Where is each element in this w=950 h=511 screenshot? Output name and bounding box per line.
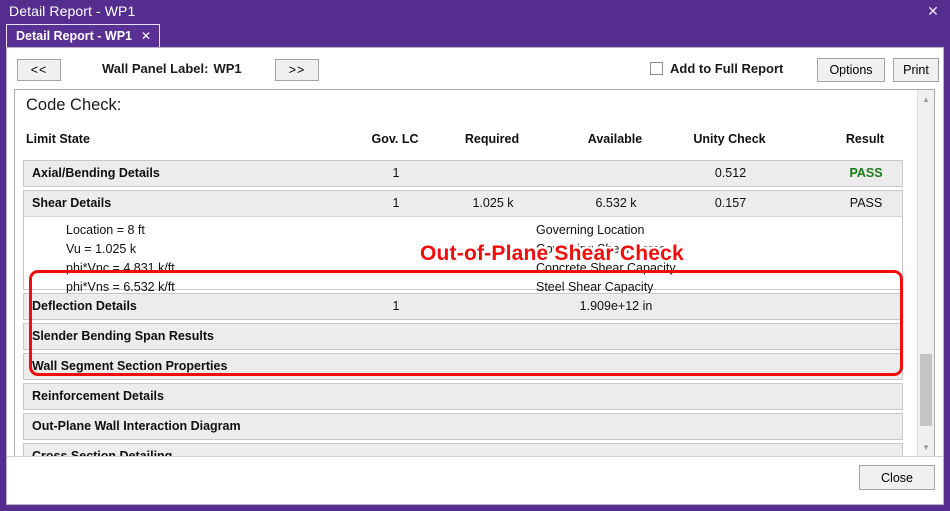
detail-expression: phi*Vnc = 4.831 k/ft <box>66 261 175 275</box>
column-header-limit-state: Limit State <box>26 132 90 146</box>
add-to-full-report-checkbox[interactable]: Add to Full Report <box>650 61 783 76</box>
table-row-expanded: Shear Details 1 1.025 k 6.532 k 0.157 PA… <box>23 190 903 290</box>
row-unity-check: 0.157 <box>678 196 783 210</box>
detail-expression: Location = 8 ft <box>66 223 145 237</box>
add-to-full-report-label: Add to Full Report <box>670 61 783 76</box>
report-surface: Code Check: Limit State Gov. LC Required… <box>14 89 935 457</box>
scrollbar-thumb[interactable] <box>920 354 932 426</box>
close-button[interactable]: Close <box>859 465 935 490</box>
row-unity-check: 0.512 <box>678 166 783 180</box>
table-row[interactable]: Reinforcement Details <box>23 383 903 410</box>
row-gov-lc: 1 <box>361 166 431 180</box>
dialog-footer: Close <box>7 456 943 504</box>
column-header-available: Available <box>570 132 660 146</box>
table-row[interactable]: Out-Plane Wall Interaction Diagram <box>23 413 903 440</box>
detail-report-window: Detail Report - WP1 ✕ Detail Report - WP… <box>0 0 950 511</box>
wall-panel-label-value: WP1 <box>213 61 241 76</box>
table-row[interactable]: Cross Section Detailing <box>23 443 903 457</box>
row-label: Axial/Bending Details <box>32 166 160 180</box>
row-available: 6.532 k <box>571 196 661 210</box>
detail-description: Steel Shear Capacity <box>536 280 653 294</box>
row-gov-lc: 1 <box>361 196 431 210</box>
row-label: Shear Details <box>32 196 111 210</box>
row-result: PASS <box>831 166 901 180</box>
next-panel-button[interactable]: >> <box>275 59 319 81</box>
column-header-result: Result <box>830 132 900 146</box>
tab-detail-report[interactable]: Detail Report - WP1 ✕ <box>6 24 160 47</box>
detail-expression: phi*Vns = 6.532 k/ft <box>66 280 175 294</box>
row-label: Deflection Details <box>32 299 137 313</box>
detail-expression: Vu = 1.025 k <box>66 242 136 256</box>
row-result: PASS <box>831 196 901 210</box>
toolbar: << Wall Panel Label: WP1 >> Add to Full R… <box>7 48 943 89</box>
window-titlebar: Detail Report - WP1 ✕ <box>0 0 950 22</box>
table-column-headers: Limit State Gov. LC Required Available U… <box>15 132 914 154</box>
table-row[interactable]: Shear Details 1 1.025 k 6.532 k 0.157 PA… <box>24 191 902 217</box>
previous-panel-button[interactable]: << <box>17 59 61 81</box>
column-header-unity-check: Unity Check <box>677 132 782 146</box>
scroll-down-arrow-icon[interactable]: ▼ <box>918 439 934 455</box>
row-label: Slender Bending Span Results <box>32 329 214 343</box>
detail-description: Governing Shear Force <box>536 242 666 256</box>
checkbox-box-icon[interactable] <box>650 62 663 75</box>
table-row[interactable]: Wall Segment Section Properties <box>23 353 903 380</box>
row-gov-lc: 1 <box>361 299 431 313</box>
row-label: Reinforcement Details <box>32 389 164 403</box>
window-close-icon[interactable]: ✕ <box>916 0 950 22</box>
print-button[interactable]: Print <box>893 58 939 82</box>
column-header-required: Required <box>447 132 537 146</box>
row-required: 1.025 k <box>448 196 538 210</box>
table-row[interactable]: Axial/Bending Details 1 0.512 PASS <box>23 160 903 187</box>
table-row[interactable]: Deflection Details 1 1.909e+12 in <box>23 293 903 320</box>
detail-description: Concrete Shear Capacity <box>536 261 676 275</box>
tab-label: Detail Report - WP1 <box>16 29 132 43</box>
tab-close-icon[interactable]: ✕ <box>141 30 151 42</box>
options-button[interactable]: Options <box>817 58 885 82</box>
row-label: Wall Segment Section Properties <box>32 359 227 373</box>
table-row[interactable]: Slender Bending Span Results <box>23 323 903 350</box>
scroll-up-arrow-icon[interactable]: ▲ <box>918 91 934 107</box>
row-available: 1.909e+12 in <box>571 299 661 313</box>
column-header-gov-lc: Gov. LC <box>360 132 430 146</box>
detail-description: Governing Location <box>536 223 644 237</box>
report-section-title: Code Check: <box>26 96 121 115</box>
vertical-scrollbar[interactable]: ▲ ▼ <box>917 90 934 456</box>
wall-panel-label-text: Wall Panel Label: <box>102 61 208 76</box>
code-check-rows: Axial/Bending Details 1 0.512 PASS Shear… <box>23 160 903 457</box>
client-area: << Wall Panel Label: WP1 >> Add to Full R… <box>6 47 944 505</box>
wall-panel-label: Wall Panel Label: WP1 <box>102 61 242 76</box>
window-title: Detail Report - WP1 <box>0 3 135 19</box>
row-label: Out-Plane Wall Interaction Diagram <box>32 419 241 433</box>
tab-strip: Detail Report - WP1 ✕ <box>0 22 950 47</box>
